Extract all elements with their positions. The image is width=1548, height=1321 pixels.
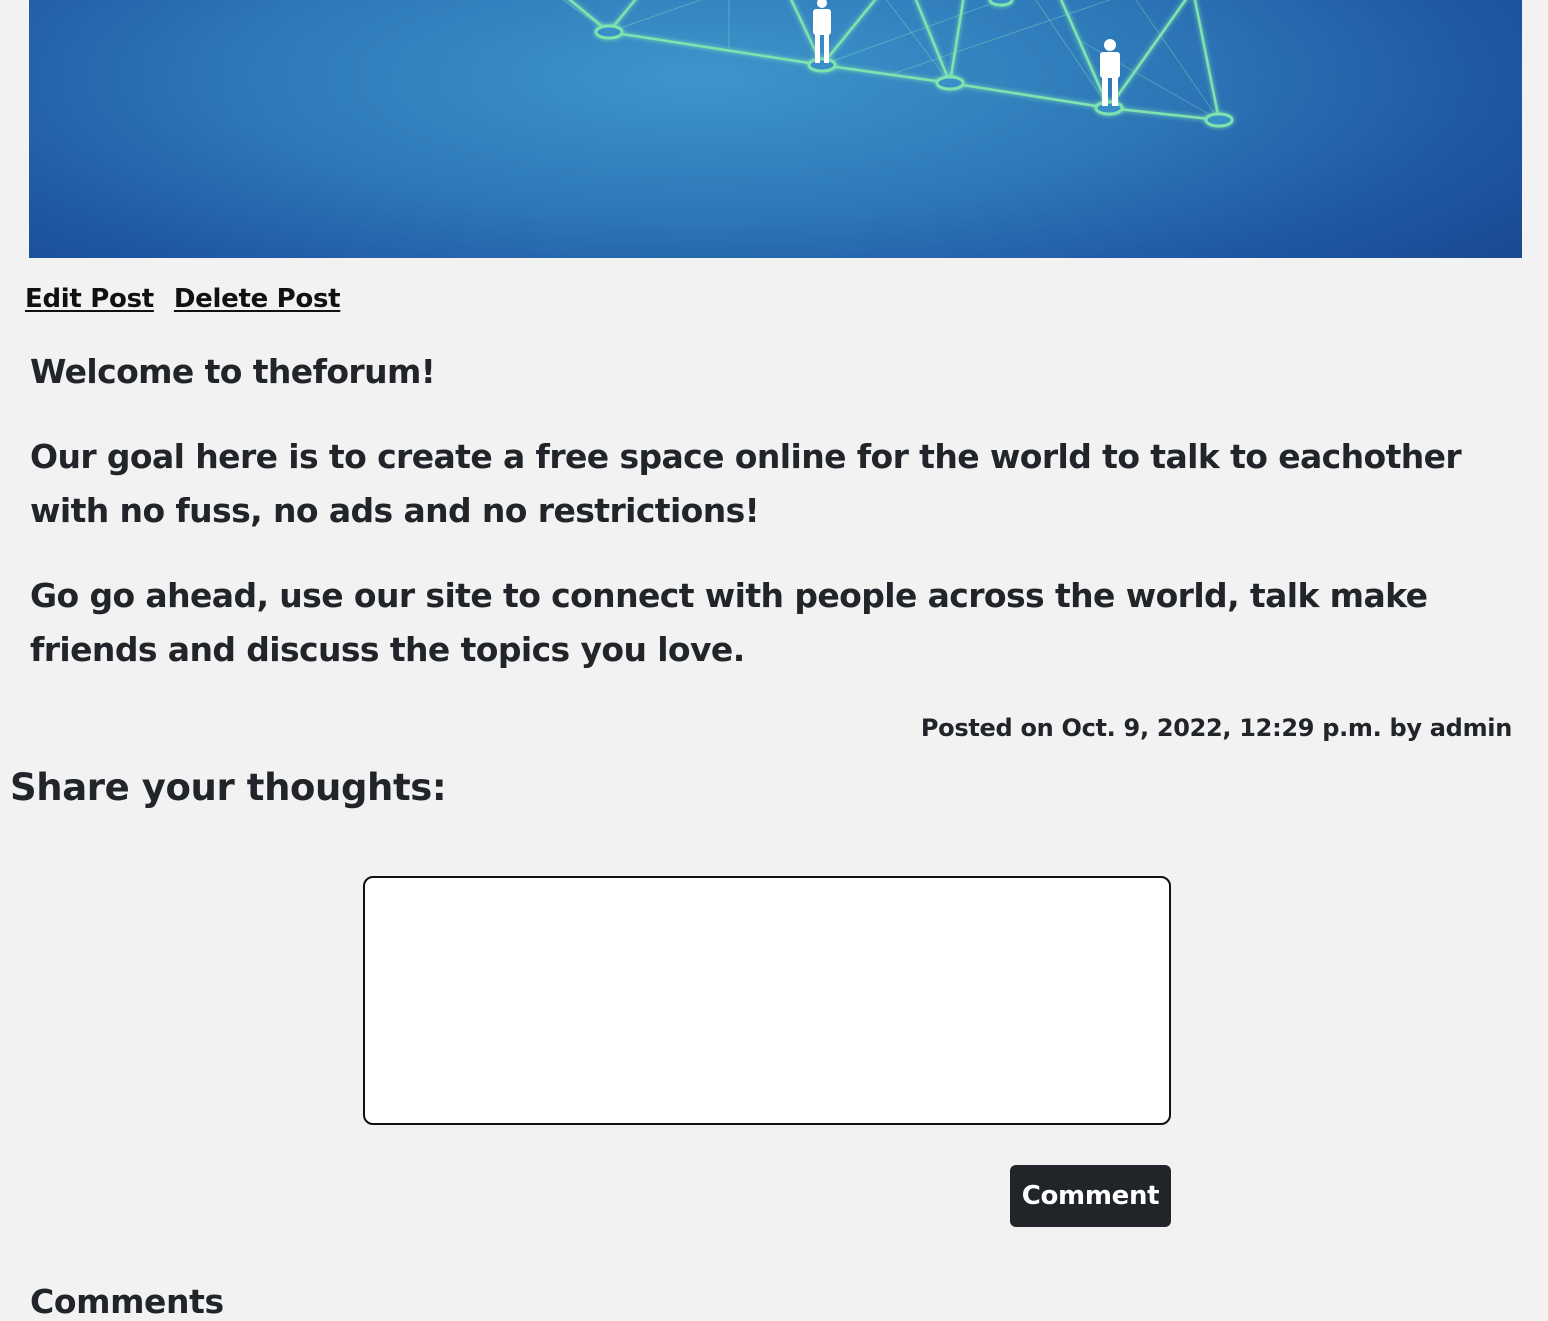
post-paragraph: Go go ahead, use our site to connect wit… xyxy=(30,576,1428,669)
post-actions: Edit Post Delete Post xyxy=(25,284,341,314)
post-paragraph: Our goal here is to create a free space … xyxy=(30,437,1462,530)
delete-post-link[interactable]: Delete Post xyxy=(174,284,341,314)
post-body: Welcome to theforum! Our goal here is to… xyxy=(30,345,1520,708)
person-icon xyxy=(1100,39,1120,106)
comments-heading: Comments xyxy=(30,1282,224,1321)
share-thoughts-heading: Share your thoughts: xyxy=(10,766,447,809)
edit-post-link[interactable]: Edit Post xyxy=(25,284,154,314)
comment-textarea[interactable] xyxy=(363,876,1171,1125)
post-meta: Posted on Oct. 9, 2022, 12:29 p.m. by ad… xyxy=(920,714,1512,742)
post-hero-image xyxy=(29,0,1522,258)
post-paragraph: Welcome to theforum! xyxy=(30,352,436,391)
person-icon xyxy=(813,0,831,63)
comment-submit-button[interactable]: Comment xyxy=(1010,1165,1171,1227)
network-illustration xyxy=(562,0,1234,128)
